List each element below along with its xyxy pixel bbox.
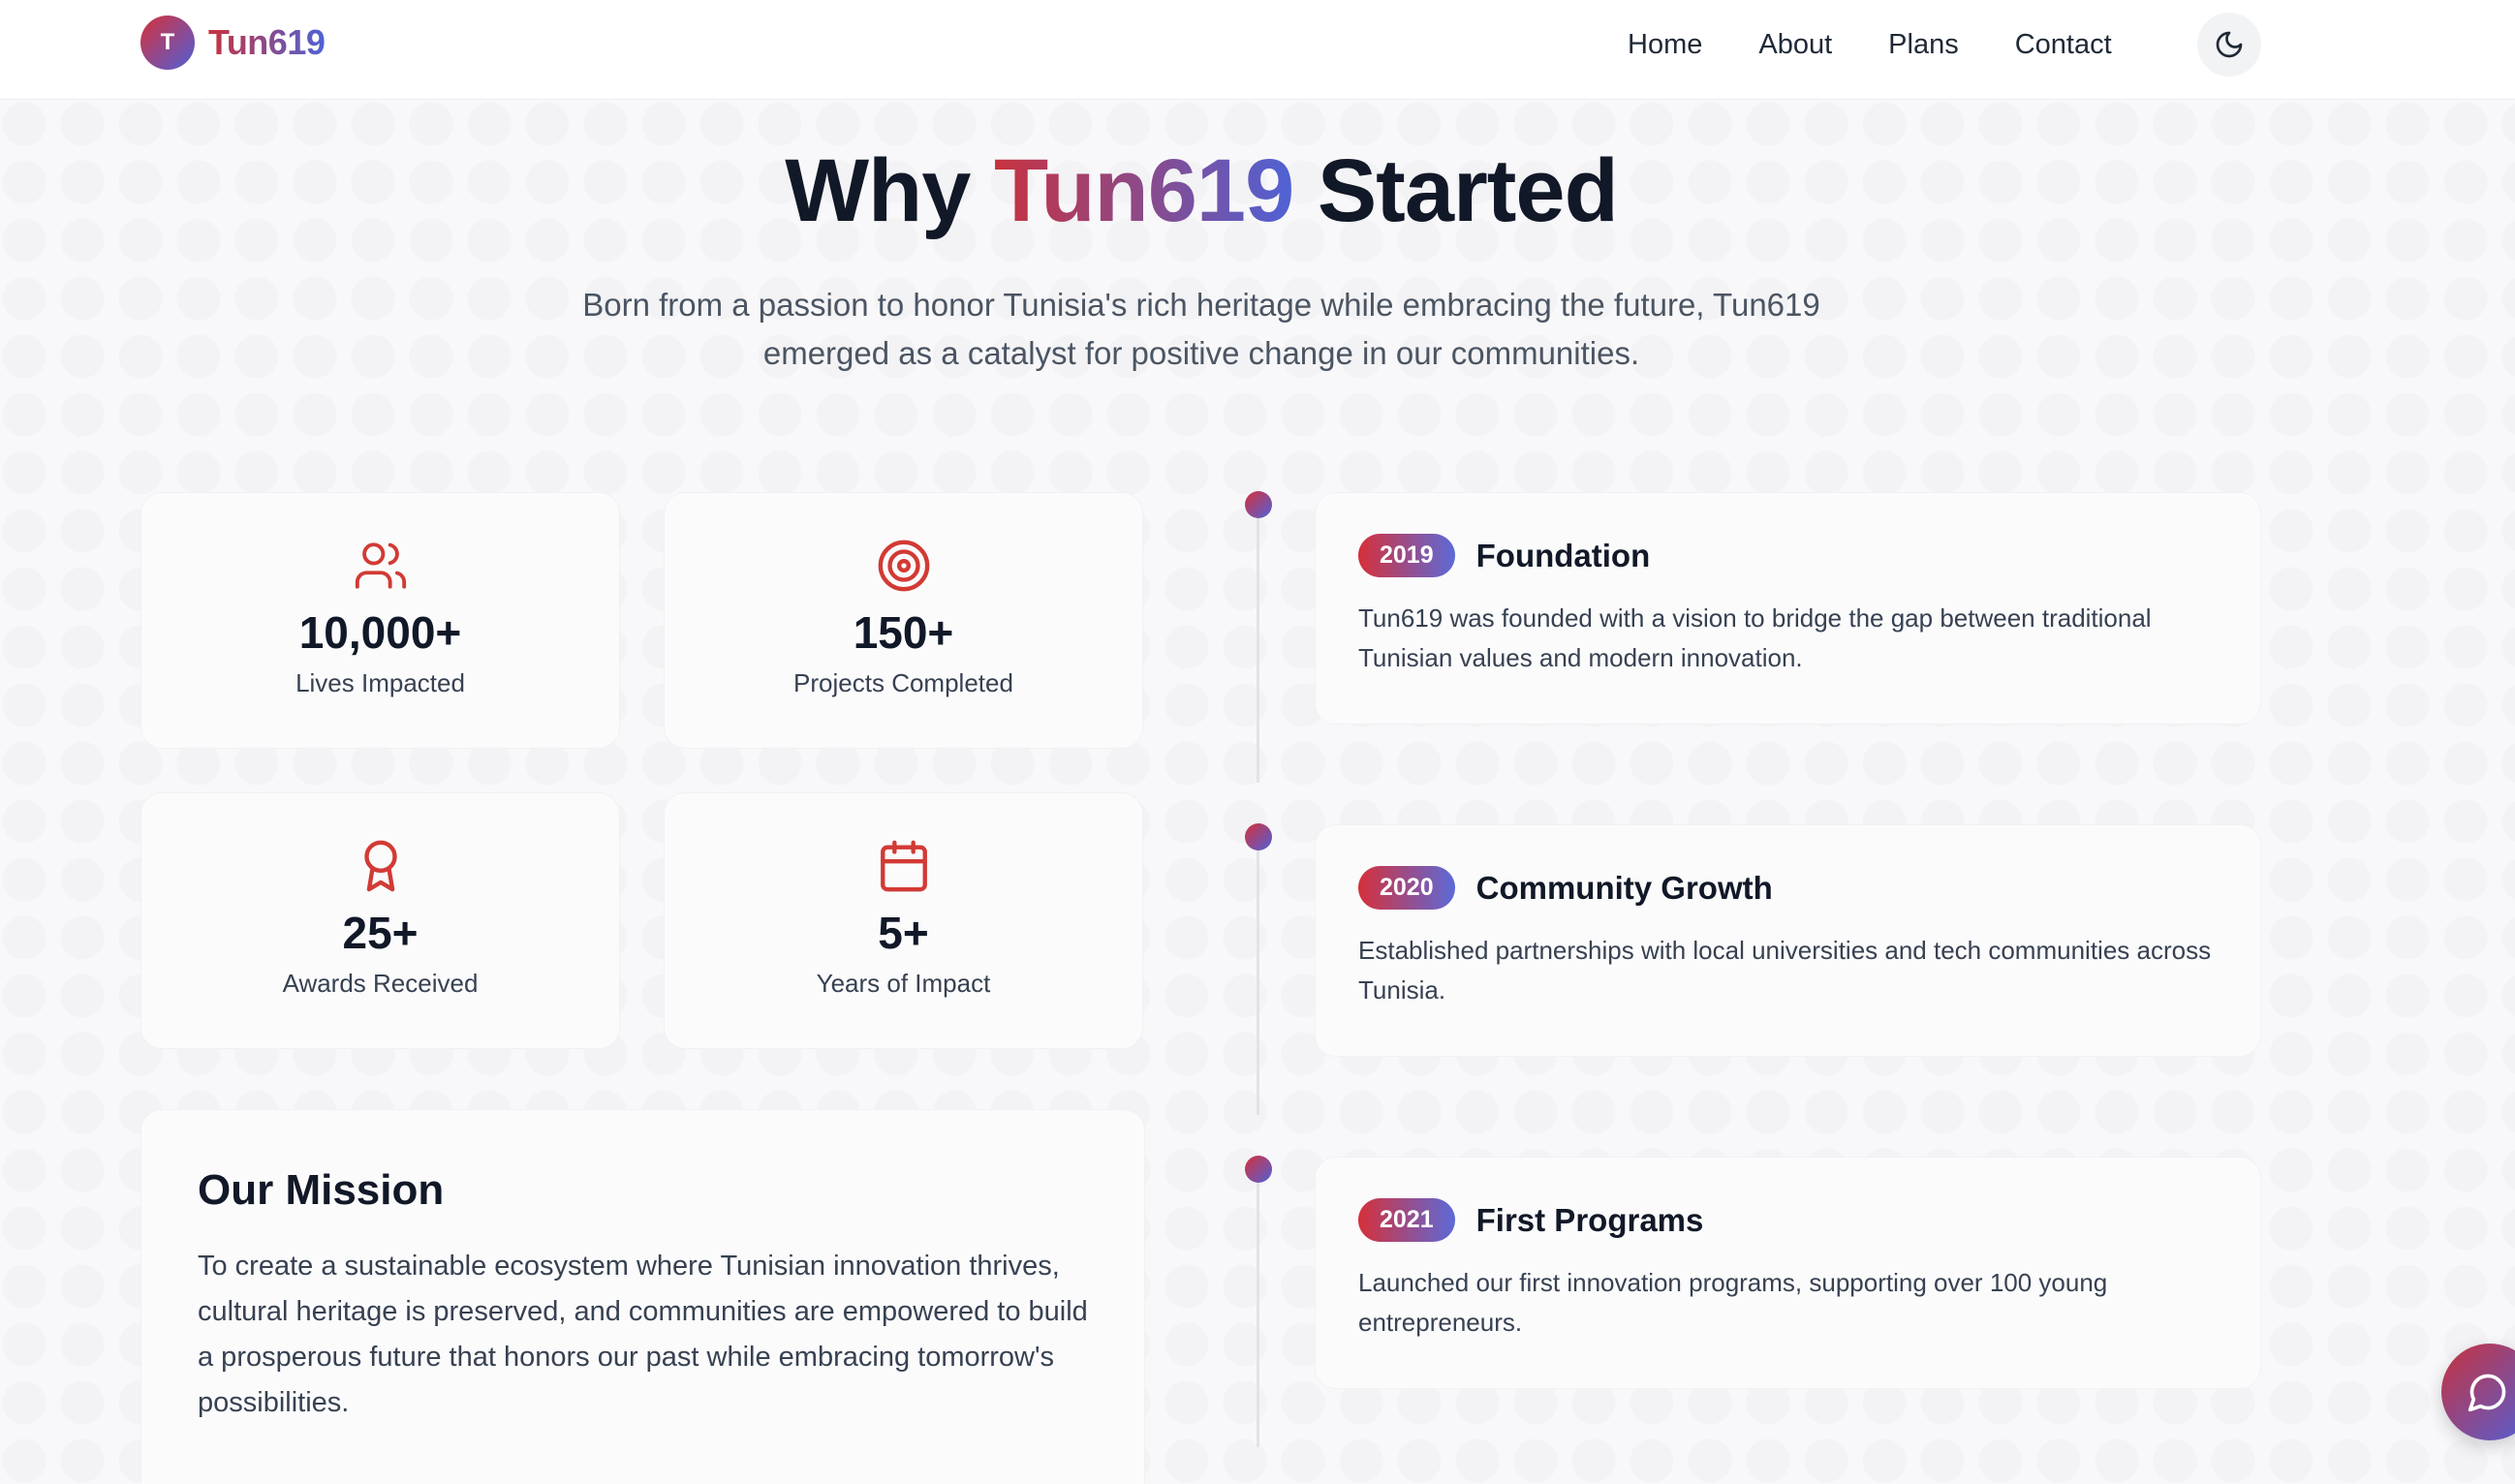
stat-value: 5+: [878, 908, 929, 958]
timeline-item-2020: 2020 Community Growth Established partne…: [1315, 824, 2261, 1057]
stat-value: 25+: [342, 908, 419, 958]
site-header: T Tun619 Home About Plans Contact: [0, 0, 2515, 100]
mission-title: Our Mission: [198, 1166, 445, 1214]
main-nav: Home About Plans Contact: [1628, 23, 2112, 66]
mission-text: To create a sustainable ecosystem where …: [198, 1251, 1088, 1418]
stat-label: Projects Completed: [793, 668, 1013, 697]
chat-button[interactable]: [2441, 1344, 2515, 1440]
timeline-line: [1257, 1168, 1259, 1447]
timeline-item-2019: 2019 Foundation Tun619 was founded with …: [1315, 492, 2261, 725]
mission-card: Our Mission To create a sustainable ecos…: [140, 1109, 1145, 1484]
nav-plans[interactable]: Plans: [1888, 23, 1959, 66]
timeline-dot: [1245, 823, 1272, 850]
brand-logo[interactable]: T Tun619: [140, 15, 326, 70]
timeline-title: Foundation: [1475, 537, 1651, 573]
theme-toggle-button[interactable]: [2197, 13, 2261, 77]
stat-value: 10,000+: [298, 607, 462, 658]
title-accent: Tun619: [993, 141, 1294, 240]
year-badge: 2021: [1358, 1198, 1455, 1242]
stat-label: Years of Impact: [816, 969, 991, 998]
chat-bubble-icon: [2468, 1374, 2506, 1412]
stat-label: Awards Received: [282, 969, 479, 998]
timeline-description: Established partnerships with local univ…: [1358, 936, 2212, 1005]
title-prefix: Why: [785, 141, 971, 240]
timeline-line: [1257, 504, 1259, 783]
timeline-line: [1257, 836, 1259, 1115]
year-badge: 2019: [1358, 534, 1455, 577]
timeline-title: First Programs: [1475, 1201, 1704, 1238]
title-suffix: Started: [1317, 141, 1619, 240]
moon-icon: [2216, 31, 2243, 58]
stat-value: 150+: [853, 607, 954, 658]
page-subtitle: Born from a passion to honor Tunisia's r…: [582, 287, 1820, 371]
nav-contact[interactable]: Contact: [2015, 23, 2112, 66]
stat-card-lives: 10,000+ Lives Impacted: [140, 492, 620, 749]
timeline-description: Launched our first innovation programs, …: [1358, 1268, 2108, 1337]
timeline-dot: [1245, 1156, 1272, 1183]
nav-home[interactable]: Home: [1628, 23, 1702, 66]
users-icon: [355, 542, 406, 589]
timeline-title: Community Growth: [1475, 869, 1773, 906]
timeline-description: Tun619 was founded with a vision to brid…: [1358, 603, 2152, 672]
calendar-icon: [880, 840, 927, 892]
stat-card-years: 5+ Years of Impact: [664, 792, 1143, 1049]
timeline-item-2021: 2021 First Programs Launched our first i…: [1315, 1157, 2261, 1389]
page-title: Why Tun619 Started: [0, 140, 2403, 242]
award-icon: [363, 840, 397, 892]
stat-label: Lives Impacted: [295, 668, 465, 697]
nav-about[interactable]: About: [1758, 23, 1832, 66]
year-badge: 2020: [1358, 866, 1455, 910]
stat-card-awards: 25+ Awards Received: [140, 792, 620, 1049]
stat-card-projects: 150+ Projects Completed: [664, 492, 1143, 749]
timeline-dot: [1245, 491, 1272, 518]
target-icon: [878, 540, 929, 592]
brand-name: Tun619: [208, 22, 326, 62]
logo-mark: T: [140, 15, 195, 70]
